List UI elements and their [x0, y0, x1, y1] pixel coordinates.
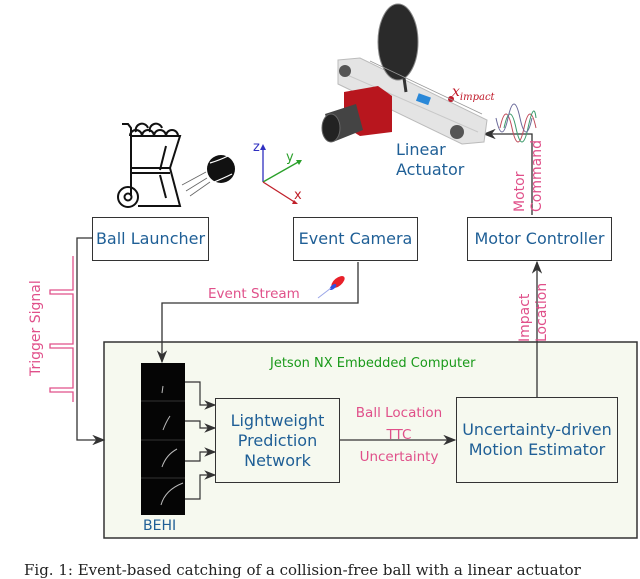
ttc-output: TTC: [386, 427, 412, 443]
linear-actuator-line2: Actuator: [396, 160, 465, 179]
camera-illustration: [321, 86, 392, 143]
impact-location-line1: Impact: [517, 293, 533, 342]
uncertainty-output: Uncertainty: [359, 449, 439, 465]
impact-location-line2: Location: [534, 282, 550, 342]
embedded-computer-label: Jetson NX Embedded Computer: [270, 356, 476, 371]
trigger-signal-label: Trigger Signal: [28, 280, 44, 376]
ball-launcher-illustration: [117, 122, 182, 208]
behi-image-stack: [141, 363, 185, 515]
motion-estimator-label-line1: Uncertainty-driven: [462, 420, 612, 439]
x-impact-symbol: x: [452, 84, 460, 100]
prediction-network-label-line3: Network: [244, 450, 311, 470]
ball-launcher-block: Ball Launcher: [92, 217, 209, 261]
event-stream-label: Event Stream: [208, 286, 300, 302]
prediction-network-label-line1: Lightweight: [230, 410, 325, 430]
prediction-network-label-line2: Prediction: [237, 430, 318, 450]
impact-location-label: Impact Location: [517, 283, 551, 342]
motor-signal-waveform: [495, 103, 537, 143]
axis-x-label: x: [294, 188, 302, 203]
event-camera-label: Event Camera: [298, 229, 413, 248]
trigger-pulse-waveform: [49, 256, 74, 402]
x-impact-annotation: ximpact: [452, 84, 495, 103]
linear-actuator-line1: Linear: [396, 140, 446, 159]
axis-y-label: y: [286, 150, 294, 165]
event-stream-blob-icon: [317, 276, 345, 299]
motor-command-line2: Command: [529, 140, 545, 212]
network-outputs-label: Ball Location TTC Uncertainty: [345, 402, 453, 468]
motion-estimator-block: Uncertainty-driven Motion Estimator: [456, 397, 618, 483]
linear-actuator-label: Linear Actuator: [396, 140, 464, 180]
figure-caption: Fig. 1: Event-based catching of a collis…: [24, 561, 581, 579]
tennis-ball-icon: [181, 155, 235, 197]
x-impact-subscript: impact: [459, 91, 495, 103]
motion-estimator-label-line2: Motion Estimator: [468, 440, 606, 459]
motor-controller-block: Motor Controller: [467, 217, 612, 261]
axis-z-label: z: [253, 140, 260, 155]
trigger-connector: [76, 237, 106, 446]
behi-label: BEHI: [143, 518, 177, 534]
prediction-network-block: Lightweight Prediction Network: [215, 398, 340, 483]
event-camera-block: Event Camera: [293, 217, 418, 261]
ball-location-output: Ball Location: [355, 405, 443, 421]
ball-launcher-label: Ball Launcher: [95, 229, 206, 248]
motor-controller-label: Motor Controller: [474, 229, 605, 248]
motor-command-line1: Motor: [512, 171, 528, 212]
motor-command-label: Motor Command: [512, 140, 546, 212]
